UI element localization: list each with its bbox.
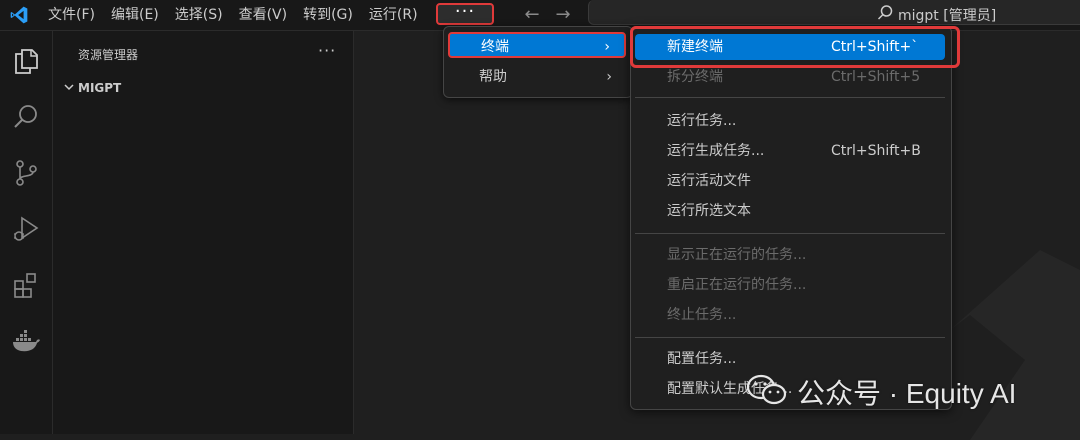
- run-debug-icon[interactable]: [10, 213, 42, 245]
- new-terminal-highlight-box: [630, 26, 960, 68]
- menu-show-running-tasks: 显示正在运行的任务...: [635, 242, 945, 268]
- menu-item-label: 运行生成任务...: [667, 143, 765, 159]
- menu-item-shortcut: Ctrl+Shift+B: [831, 143, 921, 159]
- files-icon[interactable]: [10, 45, 42, 77]
- menu-run[interactable]: 运行(R): [361, 0, 417, 30]
- menu-bar: 文件(F) 编辑(E) 选择(S) 查看(V) 转到(G) 运行(R): [40, 0, 417, 30]
- more-dropdown-menu: 终端 › 帮助 ›: [443, 26, 633, 98]
- search-icon[interactable]: [10, 101, 42, 133]
- sidebar-title: 资源管理器: [78, 48, 139, 62]
- menu-separator: [635, 337, 945, 338]
- search-icon: [877, 5, 893, 20]
- wechat-logo-icon: [746, 374, 787, 405]
- menu-view[interactable]: 查看(V): [231, 0, 296, 30]
- menu-file[interactable]: 文件(F): [40, 0, 103, 30]
- menu-item-label: 显示正在运行的任务...: [667, 247, 807, 263]
- menu-item-label: 终止任务...: [667, 307, 737, 323]
- terminal-submenu: 新建终端 Ctrl+Shift+` 拆分终端 Ctrl+Shift+5 运行任务…: [630, 26, 952, 410]
- command-center[interactable]: [588, 0, 1080, 25]
- chevron-down-icon[interactable]: [63, 81, 75, 93]
- vscode-logo-icon: [10, 6, 28, 24]
- menu-run-active-file[interactable]: 运行活动文件: [635, 168, 945, 194]
- command-center-label: migpt [管理员]: [898, 8, 997, 24]
- menu-run-build-task[interactable]: 运行生成任务... Ctrl+Shift+B: [635, 138, 945, 164]
- forward-arrow-icon[interactable]: →: [552, 4, 574, 26]
- chevron-right-icon: ›: [606, 69, 612, 85]
- menu-item-label: 配置任务...: [667, 351, 737, 367]
- menu-run-task[interactable]: 运行任务...: [635, 108, 945, 134]
- activity-bar: [0, 31, 53, 434]
- explorer-sidebar: 资源管理器 ··· MIGPT: [53, 31, 354, 434]
- menu-run-selected-text[interactable]: 运行所选文本: [635, 198, 945, 224]
- menu-selection[interactable]: 选择(S): [167, 0, 231, 30]
- menu-restart-running-task: 重启正在运行的任务...: [635, 272, 945, 298]
- docker-icon[interactable]: [10, 325, 42, 357]
- menu-go[interactable]: 转到(G): [295, 0, 361, 30]
- menu-terminal-label: 终端: [481, 39, 509, 55]
- workspace-folder[interactable]: MIGPT: [78, 81, 121, 95]
- menu-configure-tasks[interactable]: 配置任务...: [635, 346, 945, 372]
- menu-separator: [635, 233, 945, 234]
- more-menu-button[interactable]: ···: [436, 3, 494, 25]
- menu-terminal[interactable]: 终端 ›: [448, 32, 626, 58]
- chevron-right-icon: ›: [604, 39, 610, 55]
- menu-edit[interactable]: 编辑(E): [103, 0, 167, 30]
- menu-item-label: 重启正在运行的任务...: [667, 277, 807, 293]
- watermark-text: 公众号 · Equity AI: [797, 378, 1017, 409]
- menu-item-label: 运行活动文件: [667, 173, 751, 189]
- extensions-icon[interactable]: [10, 269, 42, 301]
- menu-item-label: 运行所选文本: [667, 203, 751, 219]
- back-arrow-icon[interactable]: ←: [521, 4, 543, 26]
- menu-separator: [635, 97, 945, 98]
- source-control-icon[interactable]: [10, 157, 42, 189]
- sidebar-more-button[interactable]: ···: [318, 41, 336, 60]
- menu-help-label: 帮助: [479, 69, 507, 85]
- menu-help[interactable]: 帮助 ›: [448, 64, 626, 90]
- menu-terminate-task: 终止任务...: [635, 302, 945, 328]
- menu-item-label: 运行任务...: [667, 113, 737, 129]
